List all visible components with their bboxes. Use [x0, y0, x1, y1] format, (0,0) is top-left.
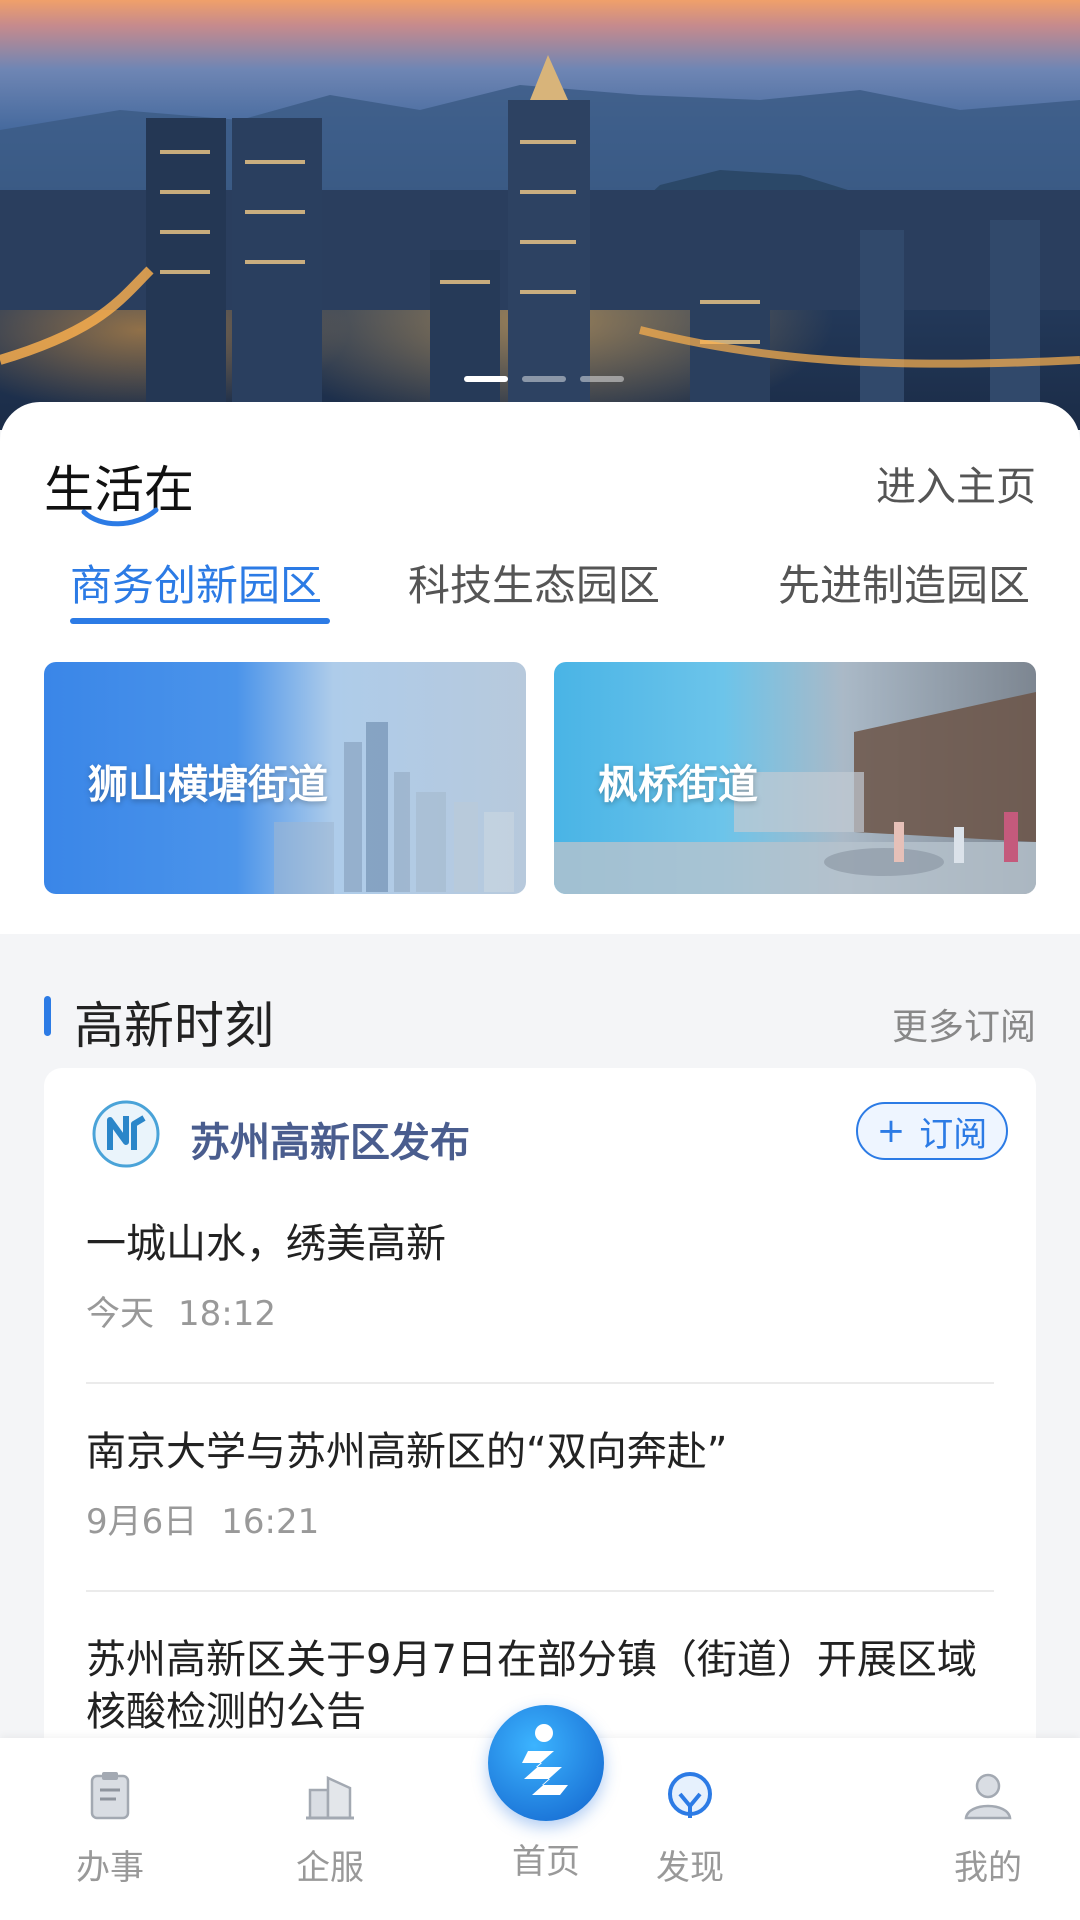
- discover-bulb-icon: [668, 1772, 712, 1818]
- news-section-header: 高新时刻 更多订阅: [0, 980, 1080, 1060]
- article-divider: [86, 1382, 994, 1384]
- carousel-dot[interactable]: [464, 376, 508, 382]
- home-logo-icon: [522, 1724, 568, 1795]
- nav-item-discover[interactable]: 发现: [620, 1766, 760, 1889]
- article-headline: 南京大学与苏州高新区的“双向奔赴”: [86, 1429, 728, 1475]
- news-section-title: 高新时刻: [74, 997, 274, 1055]
- nav-label: 发现: [656, 1848, 724, 1888]
- publisher-logo-icon: [92, 1100, 160, 1168]
- city-skyline-image: [0, 55, 1080, 410]
- user-icon: [964, 1773, 1012, 1820]
- subscribe-label: 订阅: [919, 1114, 988, 1155]
- subscribe-button[interactable]: + 订阅: [856, 1102, 1008, 1160]
- tab-business-innovation[interactable]: 商务创新园区: [70, 552, 322, 613]
- tab-advanced-manufacturing[interactable]: 先进制造园区: [778, 552, 1030, 613]
- article-date: 9月6日: [86, 1502, 198, 1542]
- title-swoosh-decoration: [81, 507, 159, 527]
- hero-banner[interactable]: [0, 0, 1080, 430]
- buildings-icon: [306, 1776, 354, 1820]
- article-divider: [86, 1590, 994, 1592]
- park-tabs: 商务创新园区 科技生态园区 先进制造园区: [0, 552, 1080, 632]
- nav-item-profile[interactable]: 我的: [918, 1766, 1058, 1889]
- article-meta: 9月6日 16:21: [86, 1494, 994, 1543]
- more-subscriptions-link[interactable]: 更多订阅: [892, 998, 1036, 1050]
- nav-label: 办事: [76, 1848, 144, 1888]
- section-accent-bar: [44, 996, 51, 1036]
- enter-home-link[interactable]: 进入主页: [876, 454, 1036, 512]
- nav-label: 企服: [296, 1848, 364, 1888]
- news-article-item[interactable]: 南京大学与苏州高新区的“双向奔赴” 9月6日 16:21: [86, 1426, 994, 1543]
- nav-item-enterprise[interactable]: 企服: [260, 1766, 400, 1889]
- district-label: 狮山横塘街道: [88, 762, 328, 808]
- carousel-dot[interactable]: [522, 376, 566, 382]
- carousel-dot[interactable]: [580, 376, 624, 382]
- nav-label: 我的: [954, 1848, 1022, 1888]
- article-time: 18:12: [178, 1294, 276, 1334]
- district-label: 枫桥街道: [598, 762, 758, 808]
- tab-tech-ecology[interactable]: 科技生态园区: [408, 552, 660, 613]
- district-card-shishan[interactable]: 狮山横塘街道: [44, 662, 526, 894]
- article-headline: 一城山水，绣美高新: [86, 1221, 446, 1267]
- clipboard-icon: [90, 1772, 130, 1820]
- live-in-section: 生活在 进入主页 商务创新园区 科技生态园区 先进制造园区 狮山横塘街道 枫桥街…: [0, 402, 1080, 934]
- district-card-fengqiao[interactable]: 枫桥街道: [554, 662, 1036, 894]
- article-date: 今天: [86, 1294, 154, 1334]
- carousel-indicator: [464, 376, 624, 382]
- article-meta: 今天 18:12: [86, 1286, 994, 1335]
- plus-icon: +: [876, 1111, 906, 1151]
- publisher-name[interactable]: 苏州高新区发布: [190, 1110, 470, 1168]
- home-button[interactable]: [488, 1705, 604, 1821]
- nav-item-services[interactable]: 办事: [40, 1766, 180, 1889]
- nav-label-home: 首页: [512, 1842, 580, 1882]
- news-article-item[interactable]: 一城山水，绣美高新 今天 18:12: [86, 1218, 994, 1335]
- article-time: 16:21: [221, 1502, 320, 1542]
- active-tab-indicator: [70, 618, 330, 624]
